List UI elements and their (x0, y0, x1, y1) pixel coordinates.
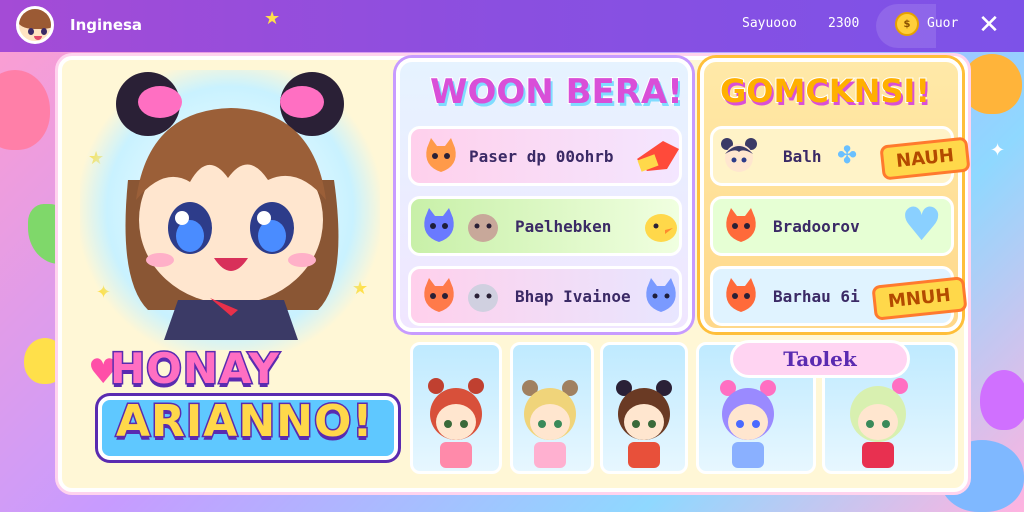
left-row-2[interactable]: Paelhebken (408, 196, 682, 256)
game-title: ♥ HONAY ARIANNO! (88, 338, 408, 478)
player-avatar[interactable] (16, 6, 54, 44)
orange-cat-icon (424, 278, 454, 312)
right-row-1-label: Balh (783, 147, 822, 166)
avatar-hair (19, 9, 51, 29)
orange-balloon (962, 54, 1022, 114)
player-name: Inginesa (70, 16, 143, 34)
top-bar: Inginesa Sayuooo 2300 $ Guor ✕ (0, 0, 1024, 52)
red-cat-icon (726, 208, 756, 242)
avatar-eye-left (28, 28, 34, 35)
avatar-mouth (34, 36, 42, 40)
pink-balloon (0, 70, 50, 150)
right-panel-title: GOMCKNSI! (719, 71, 931, 111)
left-row-1-label: Paser dp 00ohrb (469, 147, 614, 166)
purple-balloon (980, 370, 1024, 430)
star-sparkle: ✦ (990, 140, 1006, 161)
avatar-eye-right (41, 28, 47, 35)
right-row-1-badge: NAUH (879, 136, 971, 181)
left-row-2-label: Paelhebken (515, 217, 612, 236)
coin-icon: $ (895, 12, 919, 36)
orange-cat-icon (426, 138, 456, 172)
right-row-2-label: Bradoorov (773, 217, 860, 236)
top-stat-1: Sayuooo (742, 16, 797, 31)
girl-avatar-icon (721, 138, 757, 172)
left-panel-title: WOON BERA! (429, 71, 684, 113)
red-candy-icon (637, 141, 679, 172)
title-line-2: ARIANNO! (114, 395, 374, 449)
right-row-3[interactable]: Barhau 6i MNUH (710, 266, 968, 326)
roster-card-1[interactable] (410, 342, 502, 474)
top-stat-2: 2300 (828, 16, 860, 31)
right-panel: GOMCKNSI! Balh ✤ NAUH Bradoorov ♥ Barhau… (700, 58, 971, 332)
roster-card-3[interactable] (600, 342, 688, 474)
hamster-icon (468, 214, 498, 242)
gray-cat-icon (468, 284, 498, 312)
right-row-3-badge: MNUH (871, 276, 968, 321)
coin-label: Guor (927, 16, 959, 31)
right-row-3-label: Barhau 6i (773, 287, 860, 306)
star-sparkle: ★ (264, 8, 281, 29)
left-panel: WOON BERA! Paser dp 00ohrb Paelhebken Bh… (396, 58, 692, 332)
roster-title: Taolek (730, 340, 910, 378)
clover-icon: ✤ (837, 141, 858, 169)
blue-creature-icon (646, 278, 676, 312)
blue-cat-icon (424, 208, 454, 242)
left-row-3[interactable]: Bhap Ivainoe (408, 266, 682, 326)
right-row-1[interactable]: Balh ✤ NAUH (710, 126, 971, 186)
red-cat-icon (726, 278, 756, 312)
blue-heart-icon: ♥ (901, 197, 943, 251)
title-line-1: HONAY (109, 343, 281, 395)
close-icon[interactable]: ✕ (974, 10, 1004, 40)
hero-character[interactable] (98, 70, 368, 340)
right-row-2[interactable]: Bradoorov ♥ (710, 196, 954, 256)
yellow-chick-icon (645, 214, 677, 242)
left-row-1[interactable]: Paser dp 00ohrb (408, 126, 682, 186)
left-row-3-label: Bhap Ivainoe (515, 287, 631, 306)
roster-card-2[interactable] (510, 342, 594, 474)
